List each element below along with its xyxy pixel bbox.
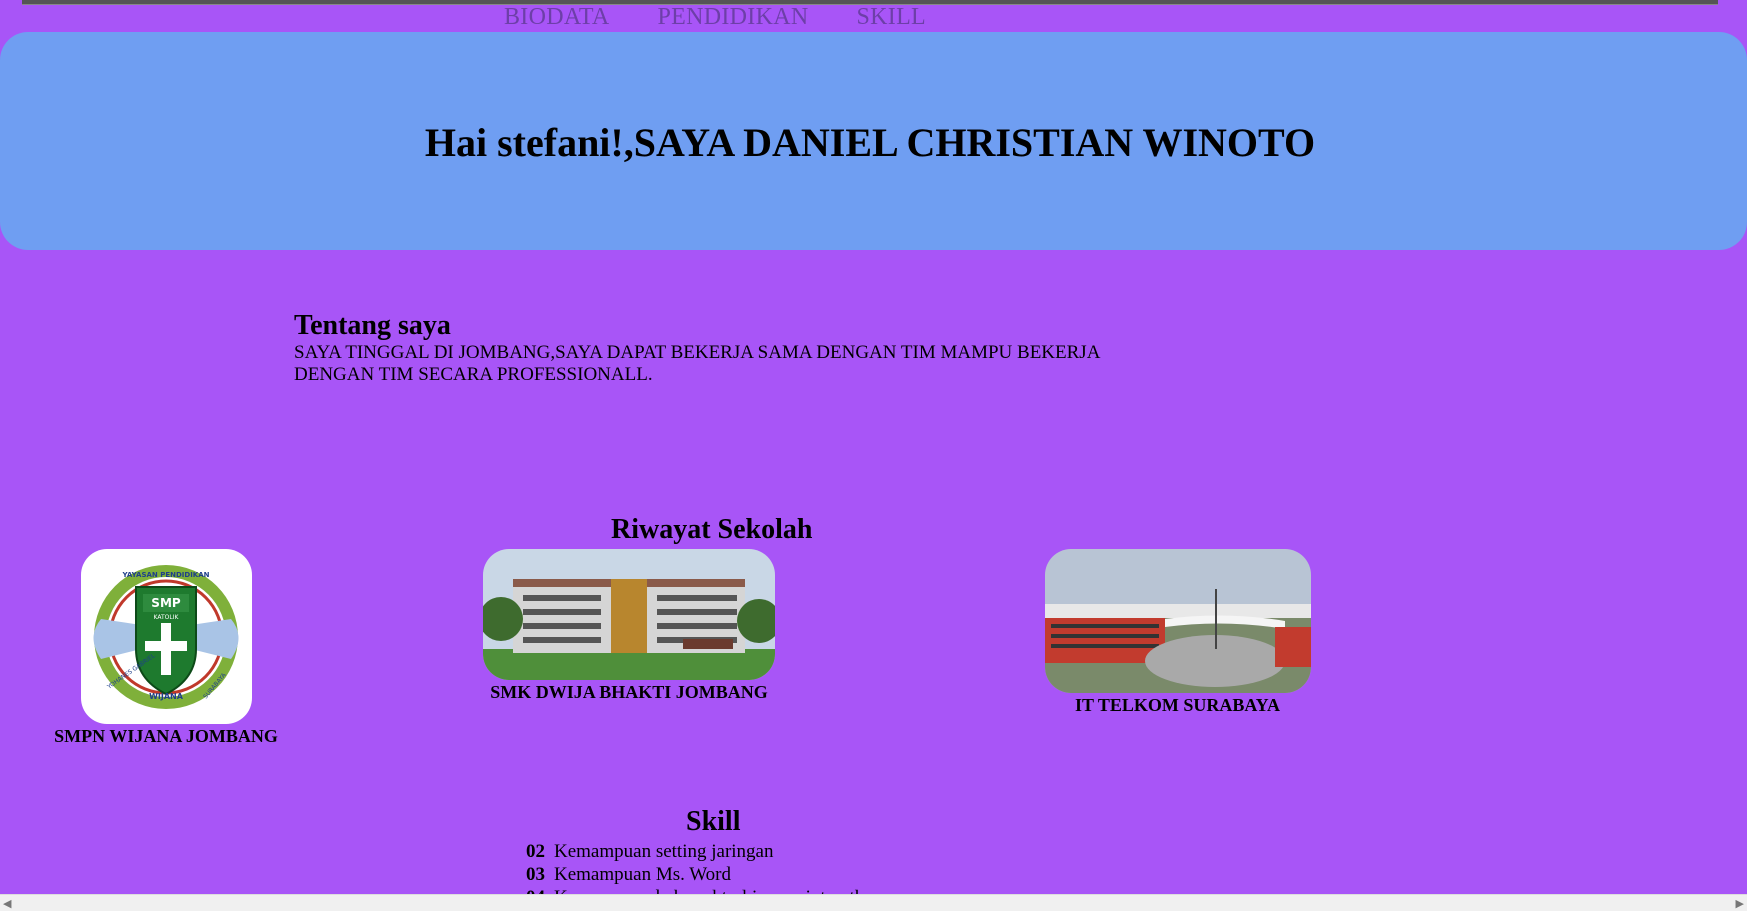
school-history-heading: Riwayat Sekolah: [611, 514, 813, 545]
skill-label: Kemampuan setting jaringan: [554, 841, 774, 862]
skill-item: 03 Kemampuan Ms. Word: [526, 863, 883, 886]
skill-number: 03: [526, 864, 545, 885]
nav-link-pendidikan[interactable]: PENDIDIKAN: [658, 4, 809, 31]
campus-photo-icon: [1044, 549, 1311, 693]
scroll-right-icon[interactable]: ▶: [1736, 897, 1744, 910]
school-name-telkom: IT TELKOM SURABAYA: [1074, 695, 1281, 715]
svg-text:KATOLIK: KATOLIK: [153, 614, 179, 621]
skill-heading: Skill: [686, 806, 741, 837]
smp-logo-image: SMP KATOLIK YAYASAN PENDIDIKAN WIJANA YO…: [80, 549, 252, 724]
nav-link-skill[interactable]: SKILL: [857, 4, 927, 31]
svg-text:WIJANA: WIJANA: [149, 692, 184, 701]
school-logo-icon: SMP KATOLIK YAYASAN PENDIDIKAN WIJANA YO…: [93, 565, 238, 709]
hero-banner: Hai stefani!,SAYA DANIEL CHRISTIAN WINOT…: [0, 32, 1747, 250]
school-card-smp: SMP KATOLIK YAYASAN PENDIDIKAN WIJANA YO…: [40, 549, 292, 747]
skill-number: 02: [526, 841, 545, 862]
nav-link-biodata[interactable]: BIODATA: [504, 4, 610, 31]
school-name-smp: SMPN WIJANA JOMBANG: [54, 726, 278, 746]
skill-item: 02 Kemampuan setting jaringan: [526, 840, 883, 863]
about-text: SAYA TINGGAL DI JOMBANG,SAYA DAPAT BEKER…: [294, 342, 1100, 385]
telkom-campus-image: [1044, 549, 1311, 693]
svg-text:SMP: SMP: [151, 596, 181, 610]
about-heading: Tentang saya: [294, 310, 451, 341]
about-section: Tentang saya SAYA TINGGAL DI JOMBANG,SAY…: [294, 310, 1164, 386]
school-card-telkom: IT TELKOM SURABAYA: [1040, 549, 1315, 716]
school-name-smk: SMK DWIJA BHAKTI JOMBANG: [490, 682, 768, 702]
top-nav: BIODATA PENDIDIKAN SKILL: [0, 4, 1430, 31]
svg-text:YAYASAN PENDIDIKAN: YAYASAN PENDIDIKAN: [121, 571, 209, 579]
building-photo-icon: [483, 549, 775, 680]
scroll-left-icon[interactable]: ◀: [3, 897, 11, 910]
skill-label: Kemampuan Ms. Word: [554, 864, 732, 885]
horizontal-scrollbar[interactable]: ◀ ▶: [0, 894, 1747, 911]
hero-title: Hai stefani!,SAYA DANIEL CHRISTIAN WINOT…: [424, 120, 1316, 165]
school-card-smk: SMK DWIJA BHAKTI JOMBANG: [478, 549, 780, 703]
smk-building-image: [483, 549, 775, 680]
